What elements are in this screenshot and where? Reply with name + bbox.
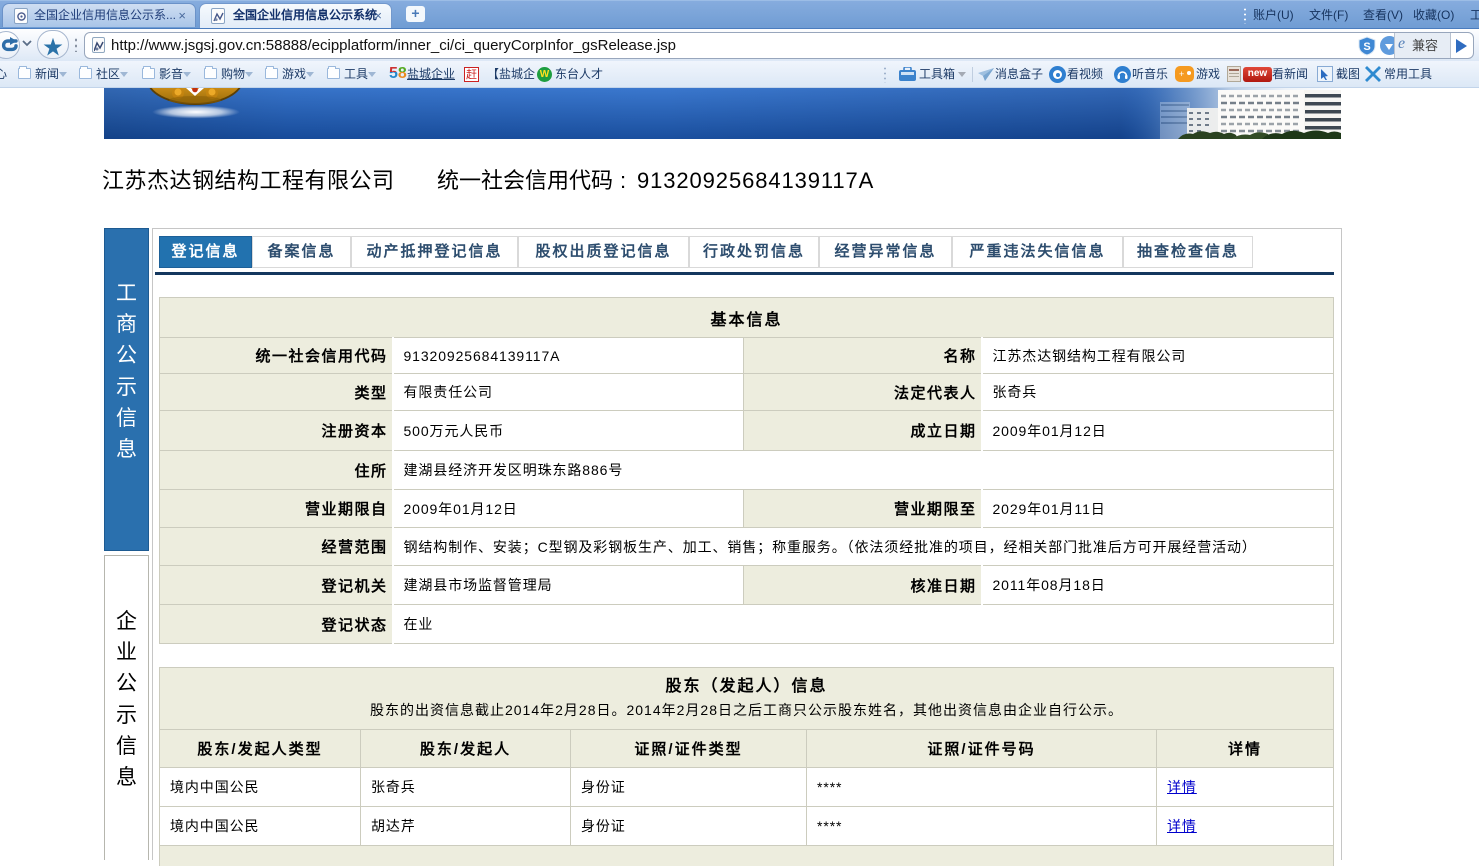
svg-text:S: S <box>1363 41 1370 53</box>
